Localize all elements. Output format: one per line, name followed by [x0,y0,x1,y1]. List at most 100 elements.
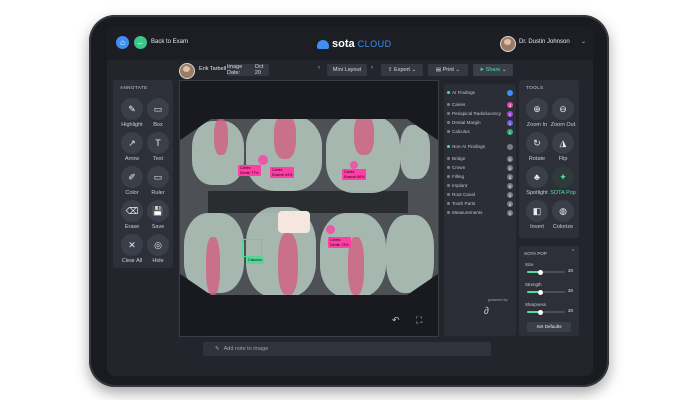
caries-marker[interactable] [350,161,358,169]
finding-count-badge: 0 [507,210,513,216]
finding-toggle[interactable] [447,121,450,124]
note-input[interactable]: ✎ Add note to image [203,342,491,356]
slider-track[interactable] [527,269,565,275]
export-button[interactable]: ⇪ Export ⌄ [381,64,423,76]
slider-track[interactable] [527,289,565,295]
finding-label[interactable]: Caries Dentin 77% [238,165,261,177]
finding-toggle[interactable] [447,103,450,106]
finding-row-label[interactable]: Measurements [452,210,482,215]
save-icon[interactable]: 💾 [147,200,169,222]
chevron-down-icon[interactable]: ⌄ [581,38,586,45]
text-icon[interactable]: T [147,132,169,154]
pulp-area [214,119,228,155]
finding-row-label[interactable]: Non-AI Findings [452,144,485,149]
finding-toggle[interactable] [447,211,450,214]
annotate-tool-label: Box [153,122,163,128]
finding-row-label[interactable]: Caries [452,102,465,107]
tool-label: Zoom Out [550,122,576,128]
finding-toggle[interactable] [447,193,450,196]
sota-cloud-logo: sota CLOUD [317,38,392,50]
zoom-in-icon[interactable]: ⊕ [526,98,548,120]
cloud-logo-icon [317,39,329,49]
finding-toggle[interactable] [447,157,450,160]
box-icon[interactable]: ▭ [147,98,169,120]
finding-toggle[interactable] [447,202,450,205]
tools-panel: TOOLS ⊕ Zoom In ⊖ Zoom Out ↻ Rotate ◮ Flip ♣ Spot… [519,80,579,238]
finding-toggle[interactable] [447,145,450,148]
ruler-icon[interactable]: ▭ [147,166,169,188]
back-to-exam-link[interactable]: Back to Exam [151,39,188,45]
highlight-icon[interactable]: ✎ [121,98,143,120]
finding-toggle[interactable] [447,91,450,94]
flip-icon[interactable]: ◮ [552,132,574,154]
finding-count-badge: 3 [507,102,513,108]
caries-marker[interactable] [326,225,335,234]
calculus-box[interactable] [242,239,262,257]
layout-selector[interactable]: Mini Layout [327,64,367,76]
signature-logo-icon: ∂ [484,306,489,317]
finding-toggle[interactable] [447,112,450,115]
finding-label[interactable]: Calculus [246,257,264,264]
sota-pop-icon[interactable]: ✦ [552,166,574,188]
finding-row-label[interactable]: Filling [452,174,464,179]
slider-handle[interactable] [537,309,543,315]
finding-title: Calculus [248,258,262,262]
finding-row-label[interactable]: Bridge [452,156,465,161]
colorize-icon[interactable]: ◍ [552,200,574,222]
finding-label[interactable]: Caries Enamel 64% [270,167,295,179]
chevron-up-icon[interactable]: ⌃ [571,249,575,255]
finding-row-label[interactable]: Tooth Parts [452,201,475,206]
set-defaults-button[interactable]: Set Defaults [527,322,571,332]
slider-label: Strength [525,282,542,287]
finding-label[interactable]: Caries Enamel 68% [342,169,367,181]
arrow-icon[interactable]: ↗ [121,132,143,154]
finding-row-label[interactable]: Calculus [452,129,470,134]
xray-viewer[interactable]: Caries Dentin 77% Caries Enamel 64% Cari… [179,80,439,337]
tools-title: TOOLS [526,85,544,90]
finding-row-label[interactable]: Dental Margin [452,120,481,125]
rotate-icon[interactable]: ↻ [526,132,548,154]
zoom-out-icon[interactable]: ⊖ [552,98,574,120]
back-arrow-icon[interactable]: ← [134,36,147,49]
patient-avatar [179,63,195,79]
print-label: Print [442,67,454,73]
user-avatar[interactable] [500,36,516,52]
finding-row-label[interactable]: Root Canal [452,192,475,197]
finding-row-label[interactable]: Crown [452,165,465,170]
finding-count-badge: 0 [507,183,513,189]
print-button[interactable]: ▤ Print ⌄ [428,64,468,76]
share-button[interactable]: ➤ Share ⌄ [473,64,513,76]
slider-value: 20 [568,308,573,313]
occlusal-gap [208,191,408,213]
slider-handle[interactable] [537,269,543,275]
xray-image[interactable]: Caries Dentin 77% Caries Enamel 64% Cari… [180,119,438,295]
sota-pop-title: SOTA POP [524,251,547,256]
previous-image-icon[interactable]: ‹ [318,65,320,71]
finding-row-label[interactable]: Periapical Radiolucency [452,111,501,116]
next-image-icon[interactable]: › [371,65,373,71]
slider-handle[interactable] [537,289,543,295]
finding-row-label[interactable]: AI Findings [452,90,475,95]
finding-toggle[interactable] [447,166,450,169]
color-picker-icon[interactable]: ✐ [121,166,143,188]
annotate-tool-label: Ruler [151,190,165,196]
finding-row-label[interactable]: Implant [452,183,467,188]
clear-all-icon[interactable]: ✕ [121,234,143,256]
spotlight-icon[interactable]: ♣ [526,166,548,188]
eraser-icon[interactable]: ⌫ [121,200,143,222]
finding-label[interactable]: Caries Dentin 73% [328,237,351,249]
finding-count-badge [507,144,513,150]
fullscreen-icon[interactable]: ⛶ [416,315,422,326]
finding-toggle[interactable] [447,130,450,133]
invert-icon[interactable]: ◧ [526,200,548,222]
user-name[interactable]: Dr. Dustin Johnson [519,39,570,45]
slider-track[interactable] [527,309,565,315]
tool-label: Colorize [552,224,574,230]
hide-icon[interactable]: ◎ [147,234,169,256]
home-icon[interactable]: ⌂ [116,36,129,49]
finding-toggle[interactable] [447,175,450,178]
caries-marker[interactable] [258,155,268,165]
finding-count-badge: 1 [507,120,513,126]
finding-toggle[interactable] [447,184,450,187]
undo-icon[interactable]: ↶ [392,315,400,326]
